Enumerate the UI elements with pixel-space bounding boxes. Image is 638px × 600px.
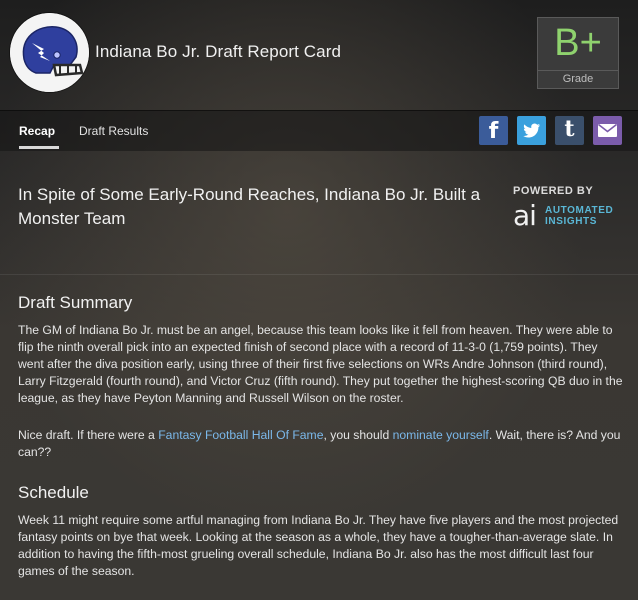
brand-line-1: AUTOMATED xyxy=(545,205,614,216)
football-helmet-icon xyxy=(10,13,89,92)
automated-insights-logo-mark: ai xyxy=(513,199,537,232)
nominate-yourself-link[interactable]: nominate yourself xyxy=(393,428,489,442)
paragraph-text: , you should xyxy=(323,428,393,442)
tab-recap[interactable]: Recap xyxy=(19,124,55,138)
draft-summary-paragraph: The GM of Indiana Bo Jr. must be an ange… xyxy=(18,323,623,405)
grade-badge: B+ Grade xyxy=(537,17,619,89)
paragraph-text: Nice draft. If there were a xyxy=(18,428,159,442)
grade-value: B+ xyxy=(554,22,602,64)
twitter-share-button[interactable] xyxy=(517,116,546,145)
grade-label: Grade xyxy=(538,70,618,88)
header: Indiana Bo Jr. Draft Report Card B+ Grad… xyxy=(0,0,638,110)
schedule-heading: Schedule xyxy=(18,483,89,502)
facebook-icon: f xyxy=(488,119,499,144)
draft-summary-heading: Draft Summary xyxy=(18,293,133,312)
powered-by-badge[interactable]: POWERED BY ai AUTOMATED INSIGHTS xyxy=(513,185,623,232)
draft-report-card: Indiana Bo Jr. Draft Report Card B+ Grad… xyxy=(0,0,638,600)
tumblr-icon: t xyxy=(564,116,575,142)
envelope-icon xyxy=(598,123,617,137)
tab-draft-results[interactable]: Draft Results xyxy=(79,124,148,138)
section-divider xyxy=(0,274,638,275)
email-share-button[interactable] xyxy=(593,116,622,145)
team-logo xyxy=(10,13,89,92)
brand-line-2: INSIGHTS xyxy=(545,216,598,227)
active-tab-indicator xyxy=(19,146,59,149)
report-headline: In Spite of Some Early-Round Reaches, In… xyxy=(18,185,481,228)
schedule-paragraph: Week 11 might require some artful managi… xyxy=(18,513,619,578)
twitter-bird-icon xyxy=(523,123,540,138)
page-title: Indiana Bo Jr. Draft Report Card xyxy=(95,42,342,61)
facebook-share-button[interactable]: f xyxy=(479,116,508,145)
powered-by-label: POWERED BY xyxy=(513,185,594,197)
automated-insights-brand: AUTOMATED INSIGHTS xyxy=(545,205,625,227)
draft-summary-paragraph-2: Nice draft. If there were a Fantasy Foot… xyxy=(18,427,624,461)
tumblr-share-button[interactable]: t xyxy=(555,116,584,145)
hall-of-fame-link[interactable]: Fantasy Football Hall Of Fame xyxy=(158,428,323,442)
